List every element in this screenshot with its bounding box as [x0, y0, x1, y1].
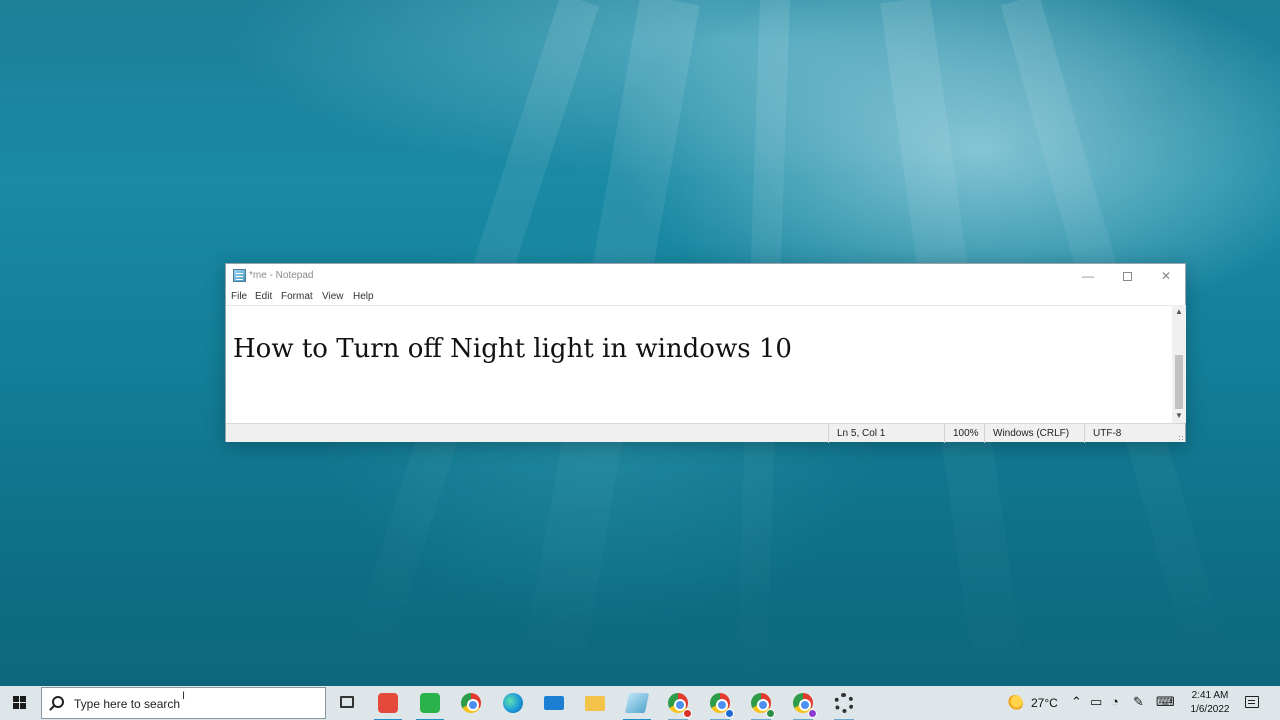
taskbar-mail[interactable] [536, 690, 572, 720]
mail-icon [544, 696, 564, 710]
close-button[interactable]: ✕ [1147, 264, 1185, 288]
encoding: UTF-8 [1084, 424, 1174, 443]
status-bar: Ln 5, Col 1 100% Windows (CRLF) UTF-8 [226, 423, 1185, 443]
search-box[interactable]: Type here to search I [41, 687, 326, 719]
zoom-level: 100% [944, 424, 984, 443]
taskbar-chrome[interactable] [453, 690, 489, 720]
window-title: *me - Notepad [249, 270, 314, 281]
profile-badge-icon [683, 709, 692, 718]
maximize-icon [1122, 272, 1132, 282]
maximize-button[interactable] [1108, 264, 1146, 288]
wifi-icon[interactable]: ◔ [1111, 694, 1119, 709]
notepad-icon [233, 269, 246, 282]
taskbar-app-red[interactable] [370, 690, 406, 720]
menu-view[interactable]: View [322, 291, 344, 302]
edge-icon [503, 693, 523, 713]
notepad-window: *me - Notepad — ✕ File Edit Format View … [225, 263, 1186, 443]
profile-badge-icon [808, 709, 817, 718]
keyboard-icon[interactable]: ⌨ [1156, 694, 1175, 710]
battery-icon[interactable]: ▭ [1090, 694, 1102, 710]
task-view-button[interactable] [329, 690, 365, 720]
text-cursor-icon: I [182, 690, 186, 702]
taskbar: Type here to search I 27°C ⌃ ▭ ◔ ✎ ⌨ 2:4… [0, 686, 1280, 720]
vertical-scrollbar[interactable]: ▲ ▼ [1172, 305, 1186, 423]
folder-icon [585, 696, 605, 711]
search-icon [52, 696, 64, 708]
profile-badge-icon [766, 709, 775, 718]
taskbar-chrome-profile-4[interactable] [785, 690, 821, 720]
search-placeholder: Type here to search [74, 697, 181, 711]
windows-logo-icon [13, 696, 27, 710]
chevron-up-icon[interactable]: ⌃ [1071, 694, 1082, 710]
clock-date: 1/6/2022 [1190, 704, 1230, 715]
start-button[interactable] [0, 686, 40, 720]
line-ending: Windows (CRLF) [984, 424, 1084, 443]
clock-time: 2:41 AM [1191, 690, 1229, 701]
taskbar-notepad[interactable] [619, 690, 655, 720]
menu-help[interactable]: Help [353, 291, 374, 302]
chrome-icon [461, 693, 481, 713]
scrollbar-thumb[interactable] [1175, 355, 1183, 409]
cursor-position: Ln 5, Col 1 [828, 424, 944, 443]
menu-edit[interactable]: Edit [255, 291, 272, 302]
taskbar-chrome-profile-1[interactable] [660, 690, 696, 720]
taskbar-chrome-profile-2[interactable] [702, 690, 738, 720]
notification-icon[interactable] [1245, 696, 1259, 708]
minimize-button[interactable]: — [1069, 264, 1107, 288]
weather-sun-icon[interactable] [1007, 695, 1023, 711]
taskbar-edge[interactable] [495, 690, 531, 720]
taskbar-app-green[interactable] [412, 690, 448, 720]
taskbar-chrome-profile-3[interactable] [743, 690, 779, 720]
scroll-down-icon[interactable]: ▼ [1172, 409, 1186, 423]
menu-bar: File Edit Format View Help [226, 289, 1185, 305]
pen-icon[interactable]: ✎ [1133, 694, 1144, 710]
notepad-icon [624, 693, 650, 713]
task-view-icon [340, 696, 354, 708]
title-bar[interactable]: *me - Notepad — ✕ [226, 264, 1185, 288]
green-app-icon [420, 693, 440, 713]
red-app-icon [378, 693, 398, 713]
taskbar-settings[interactable] [826, 690, 862, 720]
editor-content: How to Turn off Night light in windows 1… [233, 334, 792, 364]
menu-file[interactable]: File [231, 291, 247, 302]
scroll-up-icon[interactable]: ▲ [1172, 305, 1186, 319]
weather-temperature[interactable]: 27°C [1031, 696, 1058, 720]
gear-icon [834, 693, 854, 713]
clock[interactable]: 2:41 AM 1/6/2022 [1182, 689, 1238, 717]
taskbar-file-explorer[interactable] [577, 690, 613, 720]
resize-grip-icon[interactable] [1178, 435, 1184, 441]
menu-format[interactable]: Format [281, 291, 313, 302]
profile-badge-icon [725, 709, 734, 718]
text-editor[interactable]: How to Turn off Night light in windows 1… [226, 305, 1172, 423]
